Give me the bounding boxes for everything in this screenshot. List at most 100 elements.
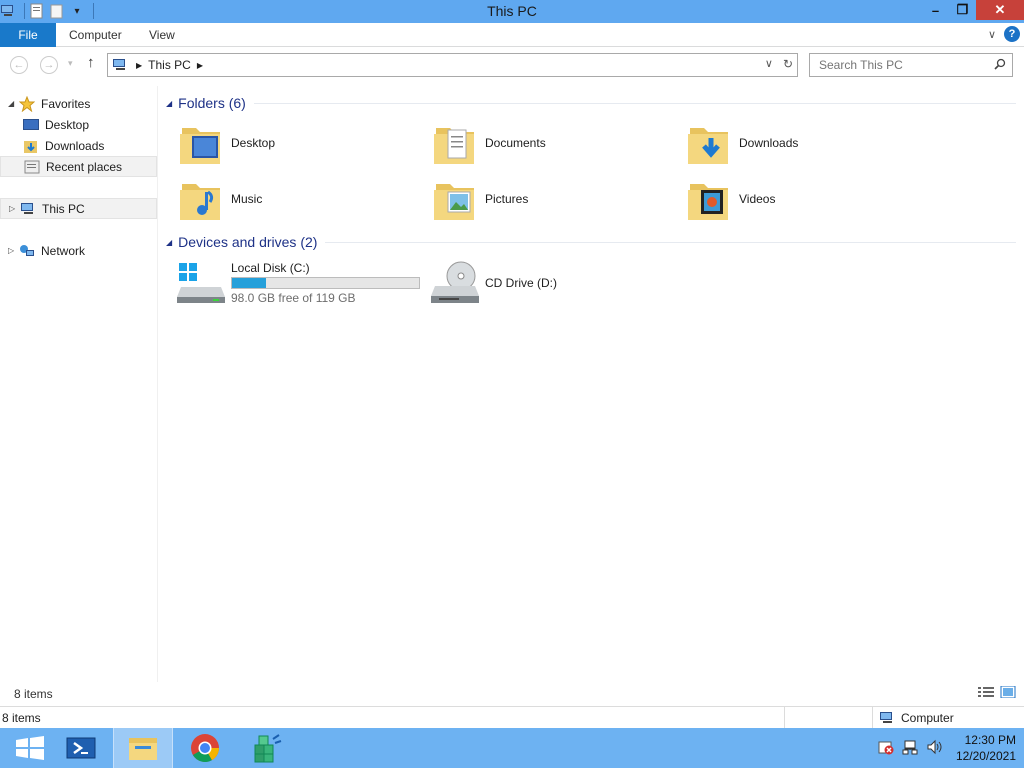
address-bar[interactable]: ▶ This PC ▶ ∨ ↻ [107, 53, 798, 77]
up-arrow-icon[interactable]: ↑ [87, 54, 95, 71]
refresh-icon[interactable]: ↻ [783, 57, 793, 71]
drive-cd-d[interactable]: CD Drive (D:) [431, 260, 557, 306]
documents-folder-icon [431, 118, 479, 168]
nav-network[interactable]: ▷ Network [0, 240, 157, 261]
nav-label: Desktop [45, 117, 90, 132]
nav-label: Network [41, 243, 86, 258]
restore-button[interactable]: ❐ [949, 0, 976, 20]
nav-label: Recent places [46, 159, 123, 174]
drive-label: Local Disk (C:) [231, 261, 310, 275]
help-icon[interactable]: ? [1004, 26, 1020, 42]
breadcrumb-this-pc[interactable]: This PC [148, 58, 191, 72]
nav-label: Downloads [45, 138, 105, 153]
taskbar-file-explorer[interactable] [113, 728, 173, 768]
downloads-folder-icon [22, 138, 40, 154]
drive-local-disk-c[interactable]: Local Disk (C:) 98.0 GB free of 119 GB [177, 260, 420, 306]
taskbar-powershell[interactable] [51, 728, 111, 768]
folder-videos[interactable]: Videos [685, 172, 925, 226]
volume-icon[interactable] [926, 739, 942, 758]
folder-label: Pictures [485, 192, 529, 206]
ribbon: File Computer View ∨ ? [0, 23, 1024, 47]
recent-locations-icon[interactable]: ▾ [68, 58, 73, 69]
location-label: Computer [901, 711, 954, 725]
registry-editor-icon [254, 734, 282, 763]
nav-downloads[interactable]: Downloads [0, 135, 157, 156]
disk-usage-bar [231, 277, 420, 289]
folder-downloads[interactable]: Downloads [685, 116, 925, 170]
downloads-folder-icon [685, 118, 733, 168]
window-status-bar: 8 items Computer [0, 706, 1024, 729]
clock[interactable]: 12:30 PM 12/20/2021 [956, 732, 1016, 764]
drive-free-space: 98.0 GB free of 119 GB [231, 291, 356, 305]
expand-ribbon-icon[interactable]: ∨ [988, 28, 996, 41]
status-location: Computer [872, 707, 1024, 729]
folder-label: Videos [739, 192, 776, 206]
network-tray-icon[interactable] [902, 739, 918, 758]
nav-this-pc[interactable]: ▷ This PC [0, 198, 157, 219]
group-title: Devices and drives (2) [178, 234, 318, 250]
computer-icon [880, 712, 892, 723]
tab-computer[interactable]: Computer [69, 23, 122, 47]
status-divider [784, 707, 785, 729]
devices-group-header[interactable]: ◢ Devices and drives (2) [166, 234, 1016, 250]
minimize-button[interactable]: – [922, 0, 949, 20]
group-divider [325, 241, 1016, 243]
folder-label: Downloads [739, 136, 799, 150]
tab-file[interactable]: File [0, 23, 56, 47]
nav-label: This PC [42, 201, 85, 216]
collapse-arrow-icon[interactable]: ◢ [8, 99, 18, 108]
clock-time: 12:30 PM [964, 733, 1016, 747]
search-icon[interactable] [994, 58, 1006, 73]
folder-documents[interactable]: Documents [431, 116, 671, 170]
title-bar: ▾ This PC – ❐ ✕ [0, 0, 1024, 23]
item-count: 8 items [14, 687, 53, 701]
taskbar-chrome[interactable] [175, 728, 235, 768]
search-input[interactable] [810, 54, 980, 76]
hard-drive-icon [177, 260, 225, 306]
search-box[interactable] [809, 53, 1013, 77]
expand-arrow-icon[interactable]: ▷ [9, 204, 19, 213]
nav-recent-places[interactable]: Recent places [0, 156, 157, 177]
folder-desktop[interactable]: Desktop [177, 116, 417, 170]
group-title: Folders (6) [178, 95, 246, 111]
navigation-pane: ◢ Favorites Desktop Downloads Recent pla… [0, 86, 158, 682]
window-controls: – ❐ ✕ [922, 0, 1024, 20]
collapse-arrow-icon[interactable]: ◢ [166, 99, 172, 108]
expand-arrow-icon[interactable]: ▷ [8, 246, 18, 255]
nav-desktop[interactable]: Desktop [0, 114, 157, 135]
close-button[interactable]: ✕ [976, 0, 1024, 20]
details-view-icon[interactable] [978, 686, 994, 701]
pictures-folder-icon [431, 174, 479, 224]
music-folder-icon [177, 174, 225, 224]
drive-label: CD Drive (D:) [485, 276, 557, 290]
clock-date: 12/20/2021 [955, 749, 1016, 763]
action-center-icon[interactable] [878, 739, 894, 758]
folder-music[interactable]: Music [177, 172, 417, 226]
status-bar: 8 items [0, 682, 1024, 706]
folder-label: Documents [485, 136, 546, 150]
chrome-icon [191, 734, 219, 762]
system-tray: 12:30 PM 12/20/2021 [878, 728, 1016, 768]
recent-places-icon [23, 159, 41, 175]
breadcrumb-separator-icon[interactable]: ▶ [136, 61, 142, 70]
taskbar: 12:30 PM 12/20/2021 [0, 728, 1024, 768]
folders-group-header[interactable]: ◢ Folders (6) [166, 95, 1016, 111]
folder-pictures[interactable]: Pictures [431, 172, 671, 226]
nav-label: Favorites [41, 96, 91, 111]
taskbar-app[interactable] [237, 728, 297, 768]
desktop-folder-icon [177, 118, 225, 168]
large-icons-view-icon[interactable] [1000, 685, 1016, 701]
computer-icon [113, 59, 125, 70]
nav-favorites[interactable]: ◢ Favorites [0, 93, 157, 114]
back-button[interactable]: ← [10, 56, 28, 74]
star-icon [18, 95, 36, 112]
window-title: This PC [487, 3, 537, 19]
forward-button[interactable]: → [40, 56, 58, 74]
tab-view[interactable]: View [149, 23, 175, 47]
address-dropdown-icon[interactable]: ∨ [765, 57, 773, 71]
file-explorer-icon [129, 738, 157, 760]
videos-folder-icon [685, 174, 733, 224]
collapse-arrow-icon[interactable]: ◢ [166, 238, 172, 247]
group-divider [253, 102, 1016, 104]
breadcrumb-separator-icon[interactable]: ▶ [197, 61, 203, 70]
